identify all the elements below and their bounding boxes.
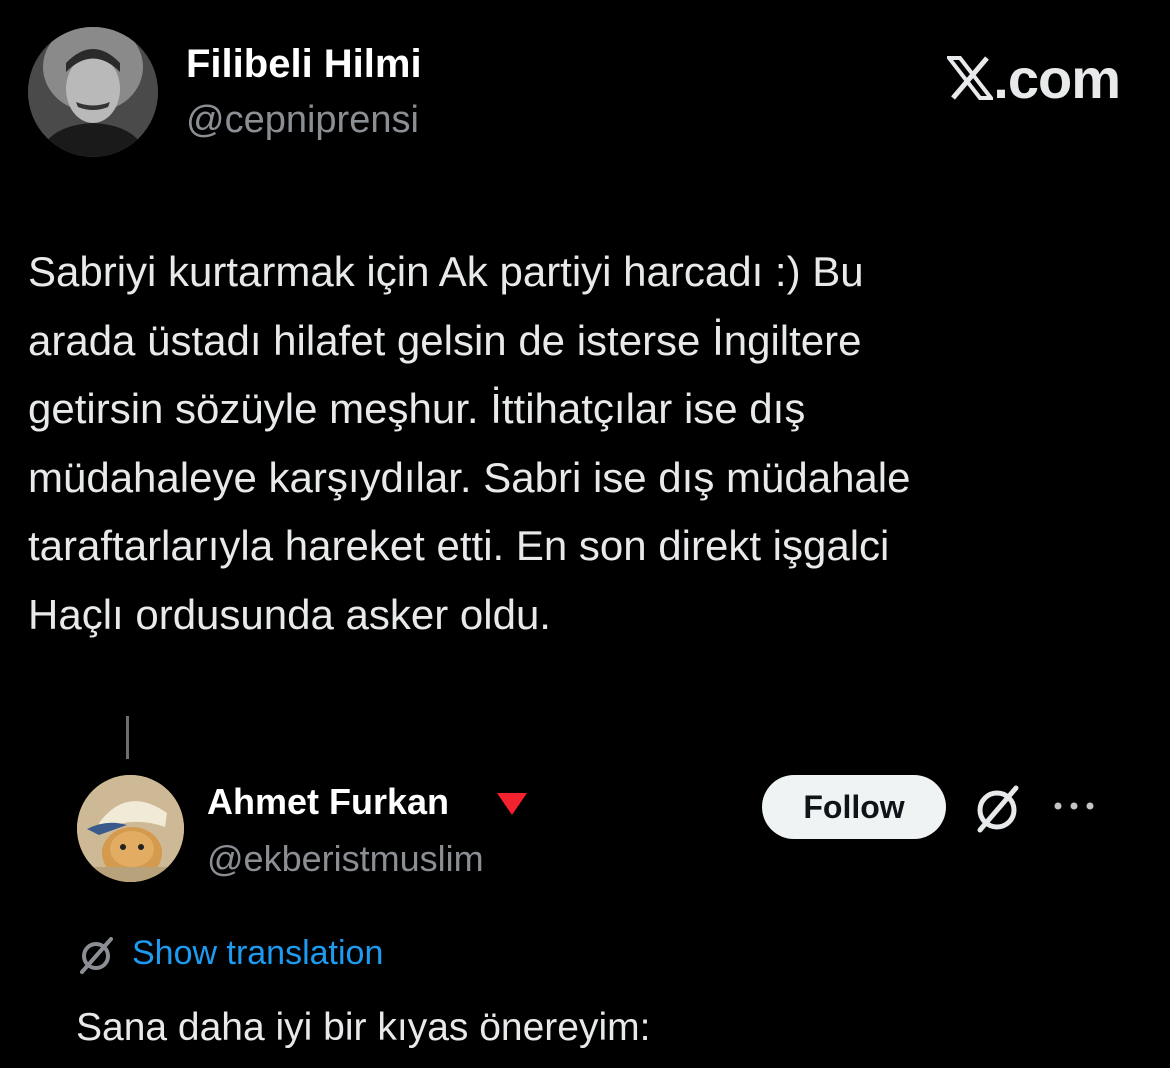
translate-icon[interactable]: [76, 935, 116, 975]
tweet-line: müdahaleye karşıydılar. Sabri ise dış mü…: [28, 453, 911, 501]
reply-author-handle[interactable]: @ekberistmuslim: [207, 838, 484, 880]
tweet-text: Sabriyi kurtarmak için Ak partiyi harcad…: [28, 238, 1138, 649]
show-translation-link[interactable]: Show translation: [132, 934, 383, 973]
tweet-line: taraftarlarıyla hareket etti. En son dir…: [28, 522, 890, 569]
x-brand: .com: [947, 46, 1121, 111]
author-handle[interactable]: @cepniprensi: [186, 99, 419, 142]
brand-label: .com: [993, 47, 1121, 110]
author-avatar[interactable]: [28, 27, 158, 157]
tweet-line: arada üstadı hilafet gelsin de isterse İ…: [28, 316, 862, 364]
reply-author-name[interactable]: Ahmet Furkan: [207, 781, 449, 823]
x-logo-icon: [947, 56, 994, 100]
tweet-line: Sabriyi kurtarmak için Ak partiyi harcad…: [28, 248, 864, 295]
more-options-icon[interactable]: [1052, 796, 1096, 816]
author-name[interactable]: Filibeli Hilmi: [186, 42, 422, 87]
tweet-line: getirsin sözüyle meşhur. İttihatçılar is…: [28, 385, 806, 432]
avatar-portrait: [28, 27, 158, 157]
follow-button[interactable]: Follow: [762, 775, 946, 839]
avatar-cat-image: [77, 775, 184, 882]
reply-text: Sana daha iyi bir kıyas önereyim:: [76, 1006, 651, 1049]
triangle-badge-icon: [497, 793, 527, 815]
tweet-line: Haçlı ordusunda asker oldu.: [28, 590, 551, 638]
thread-connector: [126, 716, 129, 759]
reply-author-avatar[interactable]: [77, 775, 184, 882]
grok-icon[interactable]: [970, 782, 1024, 836]
